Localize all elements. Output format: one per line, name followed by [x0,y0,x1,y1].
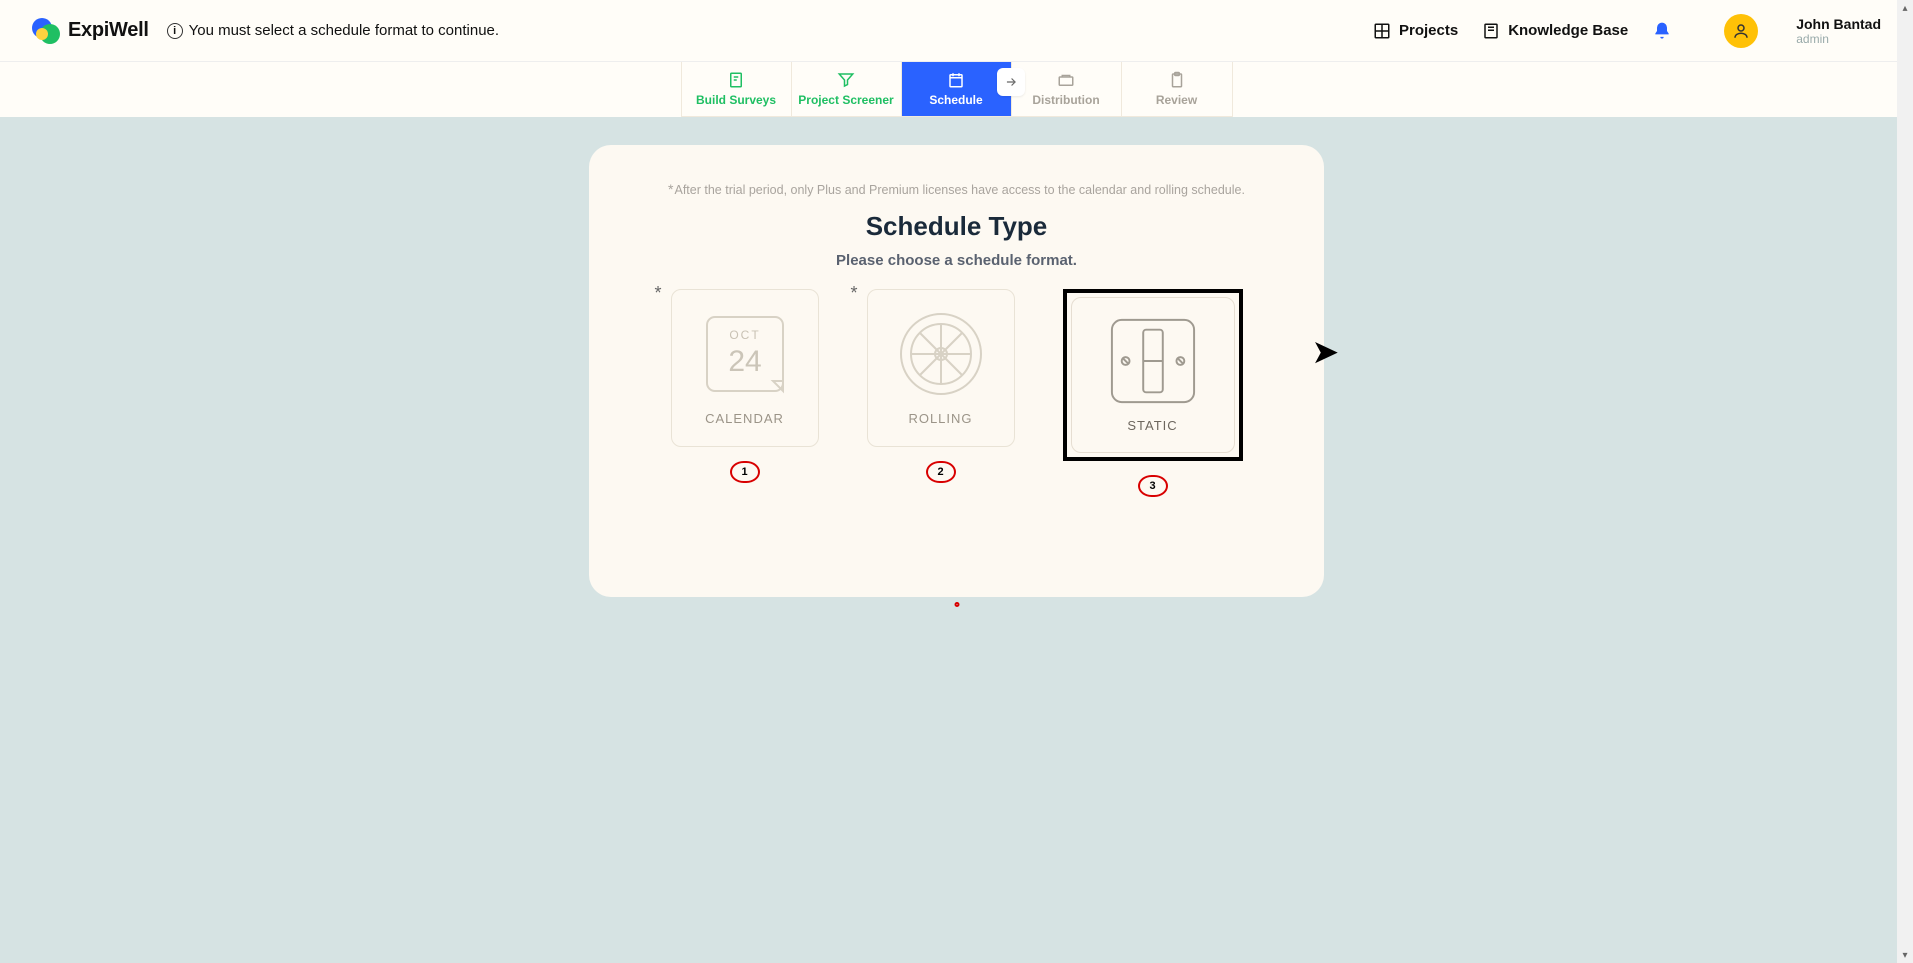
scroll-down-icon[interactable]: ▾ [1897,947,1913,963]
tab-distribution[interactable]: Distribution [1012,62,1122,116]
annotation-marker-2: 2 [926,461,956,483]
premium-asterisk-icon: * [851,283,858,304]
calendar-day: 24 [728,345,761,378]
option-label: CALENDAR [705,411,784,426]
bell-icon[interactable] [1652,21,1672,41]
document-icon [727,71,745,89]
notice-text: You must select a schedule format to con… [189,22,499,39]
trial-disclaimer: After the trial period, only Plus and Pr… [629,181,1284,197]
calendar-icon [947,71,965,89]
option-static[interactable]: STATIC [1063,289,1243,461]
person-icon [1732,22,1750,40]
user-role: admin [1796,32,1881,46]
send-icon [1057,71,1075,89]
tab-label: Project Screener [798,93,893,107]
next-step-icon[interactable] [997,68,1025,96]
card-title: Schedule Type [629,211,1284,242]
tabs-row: Build Surveys Project Screener Schedule … [0,62,1913,117]
schedule-options: * OCT 24 CALENDAR 1 * [629,289,1284,497]
schedule-type-card: After the trial period, only Plus and Pr… [589,145,1324,597]
tab-project-screener[interactable]: Project Screener [792,62,902,116]
nav-knowledge-base[interactable]: Knowledge Base [1482,22,1628,40]
avatar[interactable] [1724,14,1758,48]
nav-kb-label: Knowledge Base [1508,22,1628,39]
clipboard-icon [1168,71,1186,89]
option-label: STATIC [1127,418,1177,433]
annotation-marker-3: 3 [1138,475,1168,497]
header-bar: ExpiWell i You must select a schedule fo… [0,0,1913,62]
scroll-up-icon[interactable]: ▴ [1897,0,1913,16]
book-icon [1482,22,1500,40]
grid-icon [1373,22,1391,40]
user-name: John Bantad [1796,16,1881,32]
nav-projects-label: Projects [1399,22,1458,39]
option-label: ROLLING [908,411,972,426]
calendar-page-icon: OCT 24 [700,311,790,397]
option-rolling[interactable]: ROLLING [867,289,1015,447]
annotation-marker-1: 1 [730,461,760,483]
cursor-icon: ➤ [1313,335,1338,370]
tab-label: Schedule [929,93,982,107]
wheel-icon [896,311,986,397]
user-block[interactable]: John Bantad admin [1796,16,1881,46]
tab-label: Review [1156,93,1197,107]
nav-projects[interactable]: Projects [1373,22,1458,40]
card-subtitle: Please choose a schedule format. [629,252,1284,269]
content-area: After the trial period, only Plus and Pr… [0,117,1913,597]
info-icon: i [167,23,183,39]
tab-label: Build Surveys [696,93,776,107]
brand-logo[interactable]: ExpiWell [32,18,149,44]
annotation-dot-icon [954,602,959,607]
tab-build-surveys[interactable]: Build Surveys [682,62,792,116]
logo-mark-icon [32,18,58,44]
option-calendar[interactable]: OCT 24 CALENDAR [671,289,819,447]
tab-schedule[interactable]: Schedule [902,62,1012,116]
tab-review[interactable]: Review [1122,62,1232,116]
calendar-month: OCT [729,328,760,342]
tab-label: Distribution [1032,93,1099,107]
brand-name: ExpiWell [68,19,149,42]
vertical-scrollbar[interactable]: ▴ ▾ [1897,0,1913,963]
funnel-icon [837,71,855,89]
static-switchplate-icon [1108,318,1198,404]
premium-asterisk-icon: * [655,283,662,304]
notice-banner: i You must select a schedule format to c… [167,22,499,39]
